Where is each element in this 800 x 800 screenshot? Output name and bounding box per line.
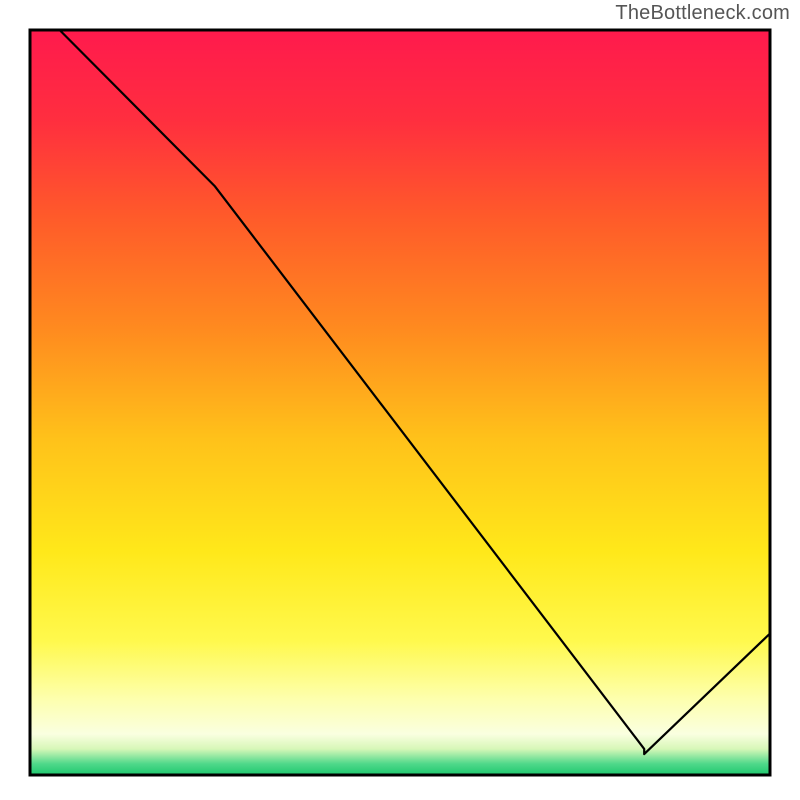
chart-container: TheBottleneck.com	[0, 0, 800, 800]
attribution-label: TheBottleneck.com	[615, 2, 790, 25]
line-chart	[0, 0, 800, 800]
plot-background	[30, 30, 770, 775]
